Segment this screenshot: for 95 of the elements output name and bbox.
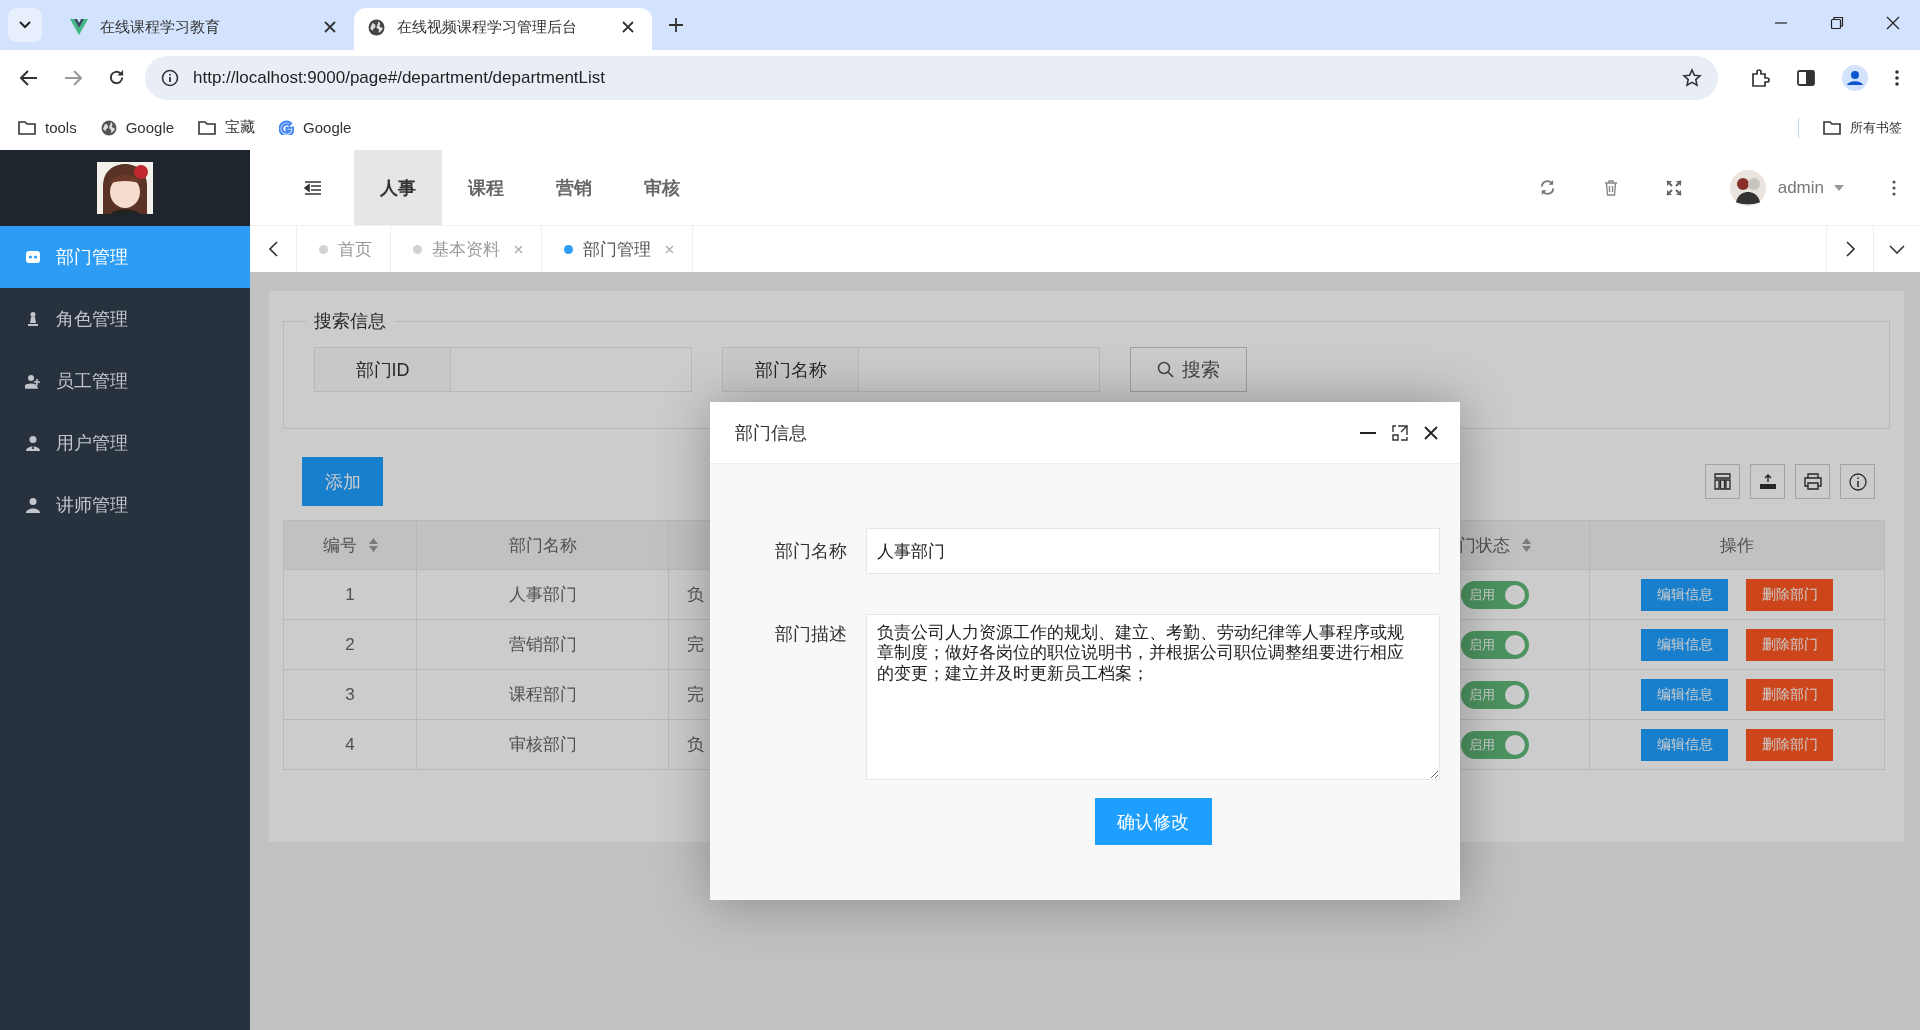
bookmark[interactable]: 所有书签 <box>1823 118 1902 137</box>
delete-button[interactable]: 删除部门 <box>1746 678 1833 711</box>
export-icon <box>1758 473 1777 490</box>
folder-icon <box>18 120 36 135</box>
table-cell: 3 <box>283 669 417 720</box>
table-cell: 营销部门 <box>416 619 669 670</box>
export-button[interactable] <box>1750 464 1785 499</box>
columns-button[interactable] <box>1705 464 1740 499</box>
search-field[interactable]: 部门名称 <box>722 347 1100 392</box>
sidebar-item[interactable]: 员工管理 <box>0 350 250 412</box>
printer-icon <box>1803 473 1822 490</box>
side-panel-icon[interactable] <box>1796 67 1816 88</box>
v-logo-icon <box>70 19 88 35</box>
info-button[interactable] <box>1840 464 1875 499</box>
sidebar-item[interactable]: 角色管理 <box>0 288 250 350</box>
tab-search-button[interactable] <box>8 8 42 42</box>
plus-icon[interactable] <box>668 17 684 33</box>
chevron-left-icon <box>268 241 278 257</box>
delete-button[interactable]: 删除部门 <box>1746 578 1833 611</box>
table-cell: 人事部门 <box>416 569 669 620</box>
close-icon[interactable] <box>1424 425 1438 440</box>
fullscreen-icon[interactable] <box>1665 179 1682 196</box>
table-cell: 2 <box>283 619 417 670</box>
close-icon[interactable] <box>622 21 634 33</box>
user-icon <box>25 497 41 513</box>
star-icon[interactable] <box>1682 67 1702 88</box>
dialog-title: 部门信息 <box>735 421 807 445</box>
chevron-right-icon <box>1845 241 1855 257</box>
trash-icon[interactable] <box>1603 179 1618 196</box>
nav-tab[interactable]: 课程 <box>442 150 530 225</box>
user-menu[interactable]: admin <box>1777 177 1844 198</box>
table-cell: 1 <box>283 569 417 620</box>
globe-icon <box>368 18 385 36</box>
search-field[interactable]: 部门ID <box>314 347 692 392</box>
field-label: 部门描述 <box>774 623 847 646</box>
bookmark[interactable]: 宝藏 <box>198 118 256 137</box>
dot-icon <box>564 244 573 254</box>
search-button[interactable]: 搜索 <box>1130 347 1247 392</box>
section-title: 搜索信息 <box>313 310 387 333</box>
delete-button[interactable]: 删除部门 <box>1746 728 1833 761</box>
chevron-down-icon <box>1889 244 1905 254</box>
folder-icon <box>1823 120 1841 135</box>
bookmark[interactable]: tools <box>18 119 77 136</box>
pawn-icon <box>25 311 41 327</box>
sidebar-item[interactable]: 讲师管理 <box>0 474 250 536</box>
forward-icon[interactable] <box>64 69 82 86</box>
input-field[interactable]: 人事部门 <box>866 528 1440 574</box>
back-icon[interactable] <box>20 69 38 86</box>
nav-tab[interactable]: 人事 <box>354 150 442 225</box>
menu-icon[interactable] <box>304 180 322 195</box>
g-logo-icon <box>279 120 295 135</box>
reload-icon[interactable] <box>108 69 125 86</box>
dot-icon <box>413 244 422 254</box>
table-cell: 4 <box>283 719 417 770</box>
text-area[interactable]: 负责公司人力资源工作的规划、建立、考勤、劳动纪律等人事程序或规章制度；做好各岗位的职位说明书，并根据公司职位调整组要进行相应的变更；建立并及时更新员工档案； <box>866 614 1440 780</box>
caret-icon <box>1834 184 1844 191</box>
more-icon[interactable] <box>1892 179 1896 196</box>
print-button[interactable] <box>1795 464 1830 499</box>
address-bar[interactable]: http://localhost:9000/page#/department/departmentList <box>145 55 1718 100</box>
nav-tab[interactable]: 营销 <box>530 150 618 225</box>
sidebar-item[interactable]: 部门管理 <box>0 226 250 288</box>
browser-tab[interactable]: 在线课程学习教育 <box>56 8 354 50</box>
grid-icon <box>1714 473 1731 490</box>
search-icon <box>1157 361 1174 378</box>
minimize-icon[interactable] <box>1360 430 1376 435</box>
browser-tab[interactable]: 在线视频课程学习管理后台 <box>354 8 652 50</box>
maximize-icon[interactable] <box>1392 424 1408 441</box>
profile-icon[interactable] <box>1842 64 1868 91</box>
bookmark[interactable]: Google <box>279 119 352 136</box>
bookmark[interactable]: Google <box>100 119 175 136</box>
table-cell: 审核部门 <box>416 719 669 770</box>
avatar[interactable] <box>1729 169 1766 206</box>
sidebar-item[interactable]: 用户管理 <box>0 412 250 474</box>
field-label: 部门名称 <box>774 540 847 563</box>
column-header: 部门名称 <box>416 520 669 570</box>
info-icon <box>1848 472 1867 491</box>
chevron-down-icon <box>19 21 31 29</box>
card-icon <box>25 249 41 265</box>
add-user-icon <box>25 373 41 389</box>
column-header: 编号 <box>283 520 417 570</box>
info-icon[interactable] <box>161 68 179 87</box>
dot-icon <box>319 244 328 254</box>
restore-icon[interactable] <box>1830 16 1844 30</box>
close-icon[interactable] <box>324 21 336 33</box>
more-icon[interactable] <box>1894 68 1900 87</box>
user-icon <box>25 435 41 451</box>
folder-icon <box>198 120 217 135</box>
column-header: 操作 <box>1589 520 1885 570</box>
puzzle-icon[interactable] <box>1750 67 1770 88</box>
globe-icon <box>100 119 117 136</box>
table-cell: 课程部门 <box>416 669 669 720</box>
close-icon[interactable] <box>1886 16 1900 30</box>
nav-tab[interactable]: 审核 <box>618 150 706 225</box>
delete-button[interactable]: 删除部门 <box>1746 628 1833 661</box>
refresh-icon[interactable] <box>1538 179 1556 196</box>
